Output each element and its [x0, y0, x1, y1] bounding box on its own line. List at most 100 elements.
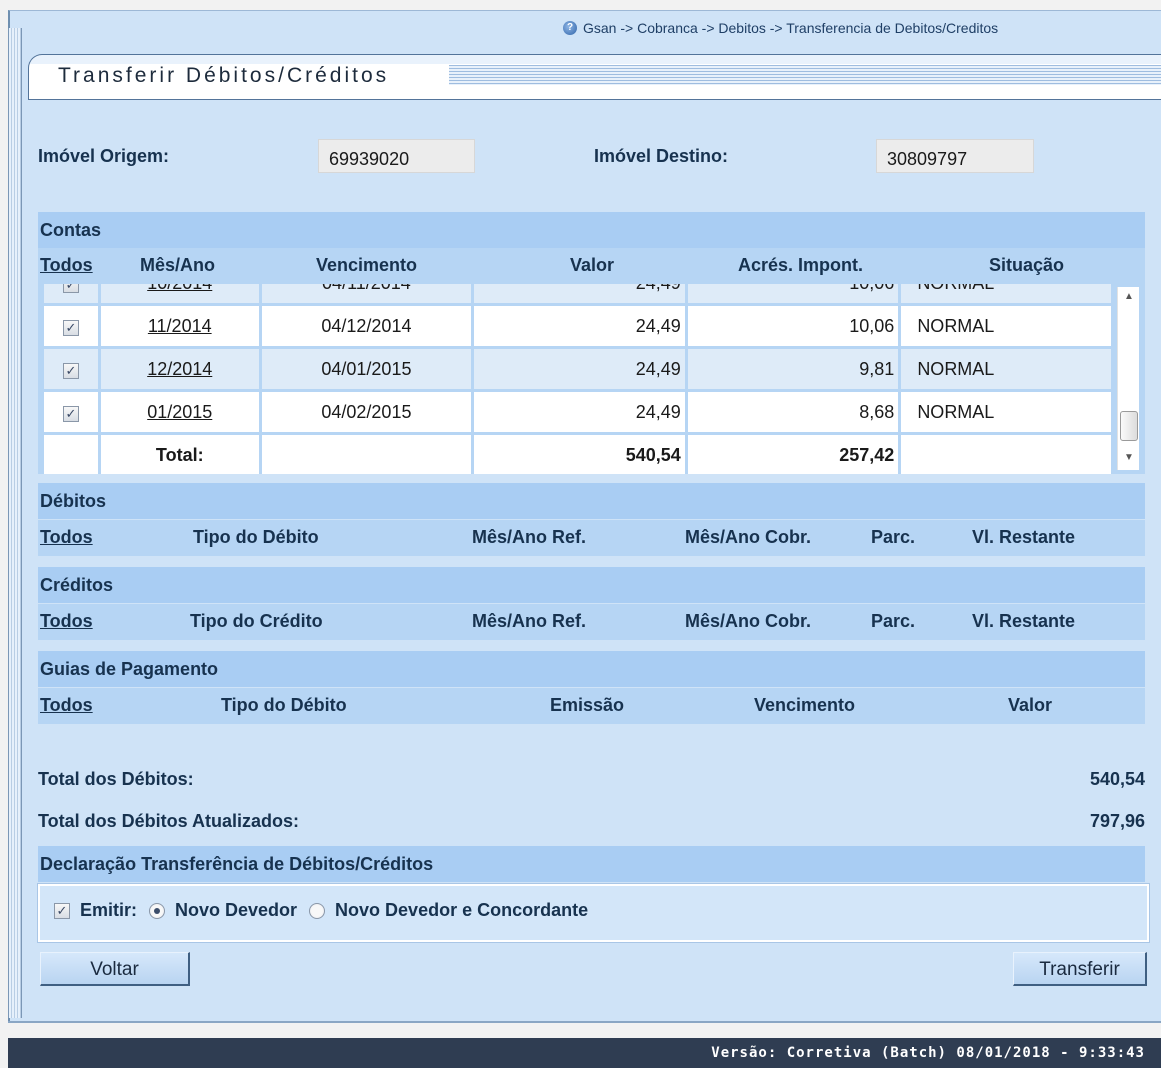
col-tipo-debito: Tipo do Débito — [193, 527, 319, 547]
scroll-down-icon[interactable]: ▼ — [1118, 452, 1140, 470]
mes-ano-link[interactable]: 11/2014 — [100, 306, 259, 346]
situacao-cell: NORMAL — [901, 349, 1111, 389]
col-mes-ano-ref: Mês/Ano Ref. — [472, 611, 587, 631]
voltar-button[interactable]: Voltar — [40, 952, 190, 986]
breadcrumb: ? Gsan -> Cobranca -> Debitos -> Transfe… — [563, 20, 998, 36]
total-label: Total: — [100, 435, 259, 474]
guias-section-title: Guias de Pagamento — [38, 651, 1145, 687]
col-parc: Parc. — [871, 527, 916, 547]
total-debitos-value: 540,54 — [1089, 769, 1145, 789]
vencimento-cell: 04/01/2015 — [261, 349, 472, 389]
total-atualizados-label: Total dos Débitos Atualizados: — [38, 811, 300, 831]
scroll-thumb[interactable] — [1120, 411, 1138, 441]
creditos-select-all-link[interactable]: Todos — [40, 611, 93, 632]
creditos-section-title: Créditos — [38, 567, 1145, 603]
total-empty-cell — [901, 435, 1111, 474]
contas-section-title: Contas — [38, 212, 1145, 248]
situacao-cell: NORMAL — [901, 306, 1111, 346]
contas-header-row: Todos Mês/Ano Vencimento Valor Acrés. Im… — [38, 248, 1145, 284]
novo-devedor-label[interactable]: Novo Devedor — [175, 900, 297, 921]
col-mes-ano-cobr: Mês/Ano Cobr. — [685, 527, 812, 547]
guias-select-all-link[interactable]: Todos — [40, 695, 93, 716]
mes-ano-link[interactable]: 01/2015 — [100, 392, 259, 432]
table-row: ✓ 01/2015 04/02/2015 24,49 8,68 NORMAL — [44, 392, 1111, 432]
col-acres-impont: Acrés. Impont. — [738, 255, 864, 275]
valor-cell: 24,49 — [474, 306, 685, 346]
acres-cell: 8,68 — [687, 392, 899, 432]
debitos-select-all-link[interactable]: Todos — [40, 527, 93, 548]
col-vl-restante: Vl. Restante — [972, 611, 1076, 631]
row-checkbox-cell: ✓ — [44, 349, 98, 389]
situacao-cell: NORMAL — [901, 284, 1111, 303]
vencimento-cell: 04/02/2015 — [261, 392, 472, 432]
valor-cell: 24,49 — [474, 392, 685, 432]
col-mes-ano-ref: Mês/Ano Ref. — [472, 527, 587, 547]
transferir-button[interactable]: Transferir — [1013, 952, 1147, 986]
imovel-origem-label: Imóvel Origem: — [38, 146, 170, 166]
guias-header-row: Todos Tipo do Débito Emissão Vencimento … — [38, 688, 1145, 724]
contas-grid: ✓10/201404/11/201424,4910,06NORMAL✓11/20… — [41, 284, 1114, 474]
table-row: ✓ 11/2014 04/12/2014 24,49 10,06 NORMAL — [44, 306, 1111, 346]
total-empty-cell — [44, 435, 98, 474]
table-row: ✓ 12/2014 04/01/2015 24,49 9,81 NORMAL — [44, 349, 1111, 389]
imovel-destino-field: 30809797 — [876, 139, 1034, 173]
total-debitos-label: Total dos Débitos: — [38, 769, 194, 789]
col-mes-ano: Mês/Ano — [140, 255, 216, 275]
mes-ano-link[interactable]: 10/2014 — [100, 284, 259, 303]
imovel-destino-label: Imóvel Destino: — [594, 146, 729, 166]
situacao-cell: NORMAL — [901, 392, 1111, 432]
total-atualizados-value: 797,96 — [1089, 811, 1145, 831]
novo-devedor-concordante-label[interactable]: Novo Devedor e Concordante — [335, 900, 588, 921]
mes-ano-link[interactable]: 12/2014 — [100, 349, 259, 389]
col-situacao: Situação — [989, 255, 1065, 275]
table-row: ✓ 10/201404/11/201424,4910,06NORMAL — [44, 284, 1111, 303]
emitir-checkbox[interactable]: ✓ — [54, 902, 70, 919]
version-footer: Versão: Corretiva (Batch) 08/01/2018 - 9… — [8, 1038, 1161, 1068]
page-title: Transferir Débitos/Créditos — [58, 64, 390, 87]
breadcrumb-text[interactable]: Gsan -> Cobranca -> Debitos -> Transfere… — [583, 20, 998, 36]
vencimento-cell: 04/12/2014 — [261, 306, 472, 346]
row-checkbox[interactable]: ✓ — [62, 362, 79, 379]
total-valor: 540,54 — [474, 435, 685, 474]
row-checkbox[interactable]: ✓ — [62, 284, 79, 293]
left-border-decoration — [8, 28, 22, 1018]
total-row: Total: 540,54 257,42 — [44, 435, 1111, 474]
row-checkbox-cell: ✓ — [44, 392, 98, 432]
emitir-row: ✓ Emitir: Novo Devedor Novo Devedor e Co… — [54, 900, 588, 921]
col-tipo-credito: Tipo do Crédito — [190, 611, 323, 631]
novo-devedor-concordante-radio[interactable] — [309, 902, 326, 919]
row-checkbox-cell: ✓ — [44, 306, 98, 346]
row-checkbox-cell: ✓ — [44, 284, 98, 303]
total-acres: 257,42 — [687, 435, 899, 474]
row-checkbox[interactable]: ✓ — [62, 405, 79, 422]
help-icon[interactable]: ? — [563, 21, 577, 35]
acres-cell: 10,06 — [687, 284, 899, 303]
contas-table: ✓10/201404/11/201424,4910,06NORMAL✓11/20… — [38, 284, 1145, 474]
col-vl-restante: Vl. Restante — [972, 527, 1076, 547]
valor-cell: 24,49 — [474, 349, 685, 389]
creditos-header-row: Todos Tipo do Crédito Mês/Ano Ref. Mês/A… — [38, 604, 1145, 640]
valor-cell: 24,49 — [474, 284, 685, 303]
declaracao-section-title: Declaração Transferência de Débitos/Créd… — [38, 846, 1145, 882]
vencimento-cell: 04/11/2014 — [261, 284, 472, 303]
imovel-origem-field: 69939020 — [318, 139, 475, 173]
row-checkbox[interactable]: ✓ — [62, 319, 79, 336]
acres-cell: 10,06 — [687, 306, 899, 346]
col-vencimento: Vencimento — [316, 255, 418, 275]
col-tipo-debito: Tipo do Débito — [221, 695, 347, 715]
contas-select-all-link[interactable]: Todos — [40, 255, 93, 276]
col-valor: Valor — [570, 255, 615, 275]
acres-cell: 9,81 — [687, 349, 899, 389]
debitos-section-title: Débitos — [38, 483, 1145, 519]
panel-bottom-border — [8, 1021, 1161, 1023]
novo-devedor-radio[interactable] — [149, 902, 166, 919]
col-valor: Valor — [1008, 695, 1053, 715]
col-vencimento: Vencimento — [754, 695, 856, 715]
emitir-label: Emitir: — [80, 900, 138, 920]
col-mes-ano-cobr: Mês/Ano Cobr. — [685, 611, 812, 631]
total-empty-cell — [261, 435, 472, 474]
title-stripes — [449, 65, 1161, 85]
declaracao-options: ✓ Emitir: Novo Devedor Novo Devedor e Co… — [37, 883, 1150, 943]
contas-scrollbar[interactable]: ▲ ▼ — [1117, 287, 1139, 470]
scroll-up-icon[interactable]: ▲ — [1118, 291, 1140, 309]
